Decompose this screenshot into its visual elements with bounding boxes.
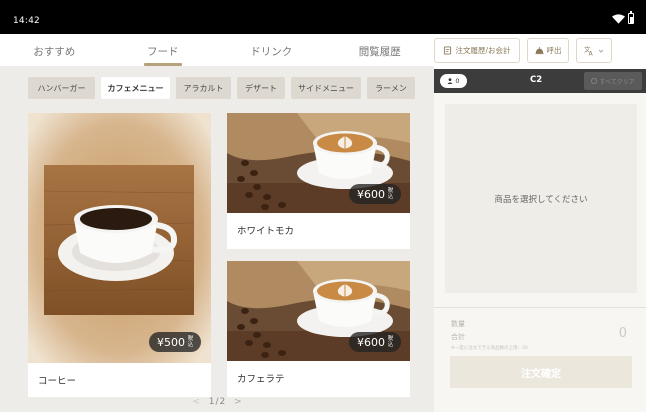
product-grid: ¥500 税込 コーヒー ¥600 税込 ホワイトモカ ¥600 税込 カフェラ… [0,110,434,412]
wifi-icon [612,13,625,24]
quantity-label: 数量 [451,320,465,328]
product-name: ホワイトモカ [237,226,295,237]
translate-icon: 文A [584,45,594,56]
category-cafe-menu[interactable]: カフェメニュー [101,77,170,99]
toolbar: 注文履歴/お会計 呼出 文A [434,34,646,66]
bell-icon [534,47,544,55]
tab-food[interactable]: フード [109,34,218,66]
order-history-label: 注文履歴/お会計 [455,46,511,55]
empty-cart-area: 商品を選択してください [445,104,637,293]
category-ramen[interactable]: ラーメン [367,77,415,99]
tab-recommended[interactable]: おすすめ [0,34,109,66]
pagination-total: 2 [219,397,226,407]
category-side-menu[interactable]: サイドメニュー [291,77,361,99]
category-bar: ハンバーガー カフェメニュー アラカルト デザート サイドメニュー ラーメン [0,66,434,110]
product-name: コーヒー [38,376,77,387]
empty-cart-message: 商品を選択してください [494,194,588,205]
product-name: カフェラテ [237,374,285,385]
order-history-button[interactable]: 注文履歴/お会計 [434,38,520,63]
tax-label: 税込 [387,188,394,200]
pagination-separator: / [215,397,219,407]
svg-text:A: A [589,51,594,56]
system-icons [612,11,634,24]
confirm-order-button[interactable]: 注文確定 [450,356,632,388]
tab-browsing-history[interactable]: 閲覧履歴 [326,34,435,66]
product-card-cafe-latte[interactable]: ¥600 税込 カフェラテ [227,261,410,397]
main-nav: おすすめ フード ドリンク 閲覧履歴 [0,34,434,66]
table-name: C2 [530,75,543,85]
person-icon [447,78,453,84]
divider [434,307,646,308]
total-value: 0 [618,326,627,341]
price-badge: ¥600 税込 [349,332,401,352]
product-card-white-mocha[interactable]: ¥600 税込 ホワイトモカ [227,113,410,249]
receipt-icon [444,46,452,55]
price-value: ¥600 [357,335,385,349]
chevron-down-icon [598,49,604,53]
price-badge: ¥600 税込 [349,184,401,204]
order-panel: 商品を選択してください 数量 合計 ※一度に注文できる商品数の上限：20 0 注… [434,93,646,412]
order-limit-note: ※一度に注文できる商品数の上限：20 [451,346,528,351]
tab-drink[interactable]: ドリンク [217,34,326,66]
prev-page-button[interactable]: < [192,397,200,407]
call-label: 呼出 [546,46,562,55]
category-a-la-carte[interactable]: アラカルト [176,77,231,99]
next-page-button[interactable]: > [234,397,242,407]
tab-label: おすすめ [33,46,76,58]
order-panel-header: 0 C2 すべてクリア [434,69,646,93]
tax-label: 税込 [187,336,194,348]
product-image-coffee [28,113,211,363]
price-value: ¥500 [157,335,185,349]
price-value: ¥600 [357,187,385,201]
status-time: 14:42 [13,16,40,26]
status-bar: 14:42 [0,0,646,34]
category-hamburger[interactable]: ハンバーガー [28,77,95,99]
trash-icon [591,78,598,84]
pagination-current: 1 [208,397,215,407]
people-count: 0 [455,77,460,85]
tax-label: 税込 [387,336,394,348]
pagination: < 1/2 > [0,397,434,412]
battery-icon [628,11,634,24]
price-badge: ¥500 税込 [149,332,201,352]
category-dessert[interactable]: デザート [237,77,285,99]
tab-label: 閲覧履歴 [358,46,401,58]
tab-label: フード [147,46,179,58]
tab-label: ドリンク [250,46,293,58]
clear-all-button[interactable]: すべてクリア [584,72,642,90]
product-card-coffee[interactable]: ¥500 税込 コーヒー [28,113,211,397]
clear-all-label: すべてクリア [599,78,635,86]
call-staff-button[interactable]: 呼出 [527,38,569,63]
language-button[interactable]: 文A [576,38,612,63]
people-count-button[interactable]: 0 [440,74,467,88]
total-label: 合計 [451,333,465,341]
